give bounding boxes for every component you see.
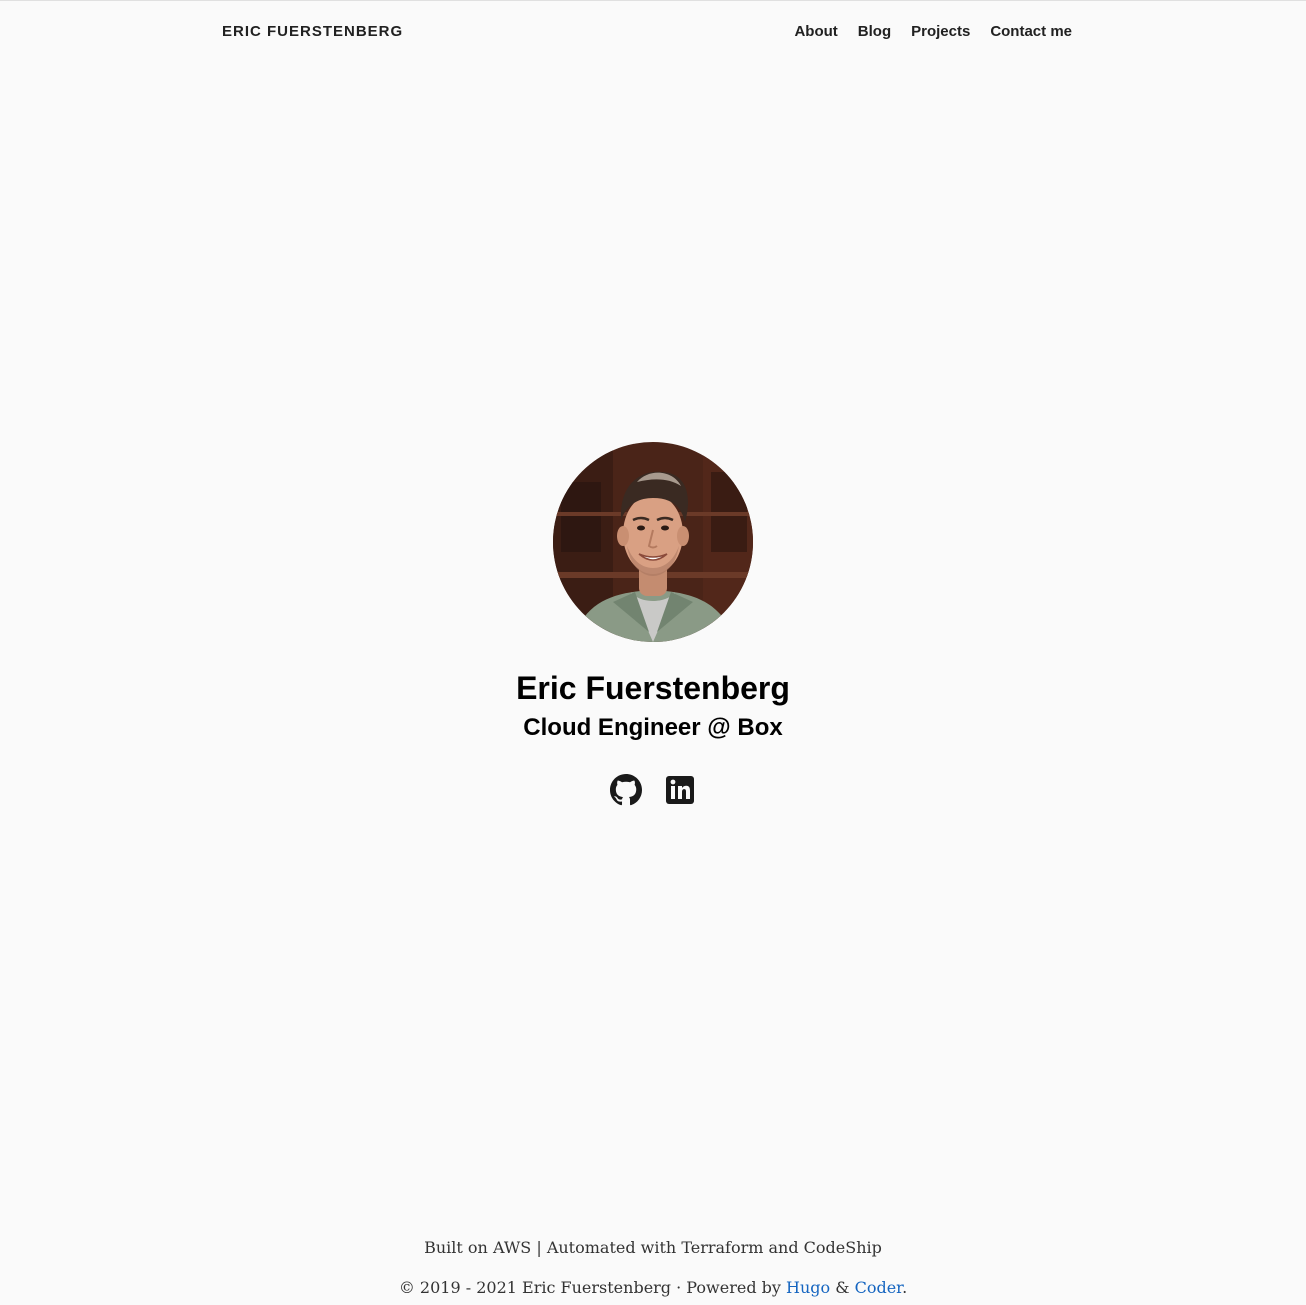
profile-section: Eric Fuerstenberg Cloud Engineer @ Box xyxy=(0,442,1306,806)
github-link[interactable] xyxy=(610,774,642,806)
person-photo-icon xyxy=(553,442,753,642)
footer-built-on: Built on AWS | Automated with Terraform … xyxy=(424,1238,882,1257)
github-icon xyxy=(610,774,642,806)
linkedin-icon xyxy=(666,776,694,804)
nav-blog-link[interactable]: Blog xyxy=(858,23,891,40)
navbar: ERIC FUERSTENBERG About Blog Projects Co… xyxy=(222,20,1072,46)
nav-projects-link[interactable]: Projects xyxy=(911,23,970,40)
avatar xyxy=(553,442,753,642)
footer-copyright: © 2019 - 2021 Eric Fuerstenberg · Powere… xyxy=(0,1278,1306,1297)
nav-about-link[interactable]: About xyxy=(794,23,837,40)
hugo-link[interactable]: Hugo xyxy=(786,1278,830,1297)
top-border xyxy=(0,0,1306,1)
profile-tagline: Cloud Engineer @ Box xyxy=(523,714,783,741)
nav-contact-link[interactable]: Contact me xyxy=(990,23,1072,40)
profile-name: Eric Fuerstenberg xyxy=(516,670,790,706)
footer-amp: & xyxy=(830,1278,855,1297)
footer-period: . xyxy=(902,1278,908,1297)
footer-copyright-text: © 2019 - 2021 Eric Fuerstenberg · Powere… xyxy=(398,1278,787,1297)
linkedin-link[interactable] xyxy=(664,774,696,806)
site-brand-link[interactable]: ERIC FUERSTENBERG xyxy=(222,23,403,40)
social-links xyxy=(0,774,1306,806)
coder-link[interactable]: Coder xyxy=(855,1278,902,1297)
nav-menu: About Blog Projects Contact me xyxy=(794,23,1072,40)
